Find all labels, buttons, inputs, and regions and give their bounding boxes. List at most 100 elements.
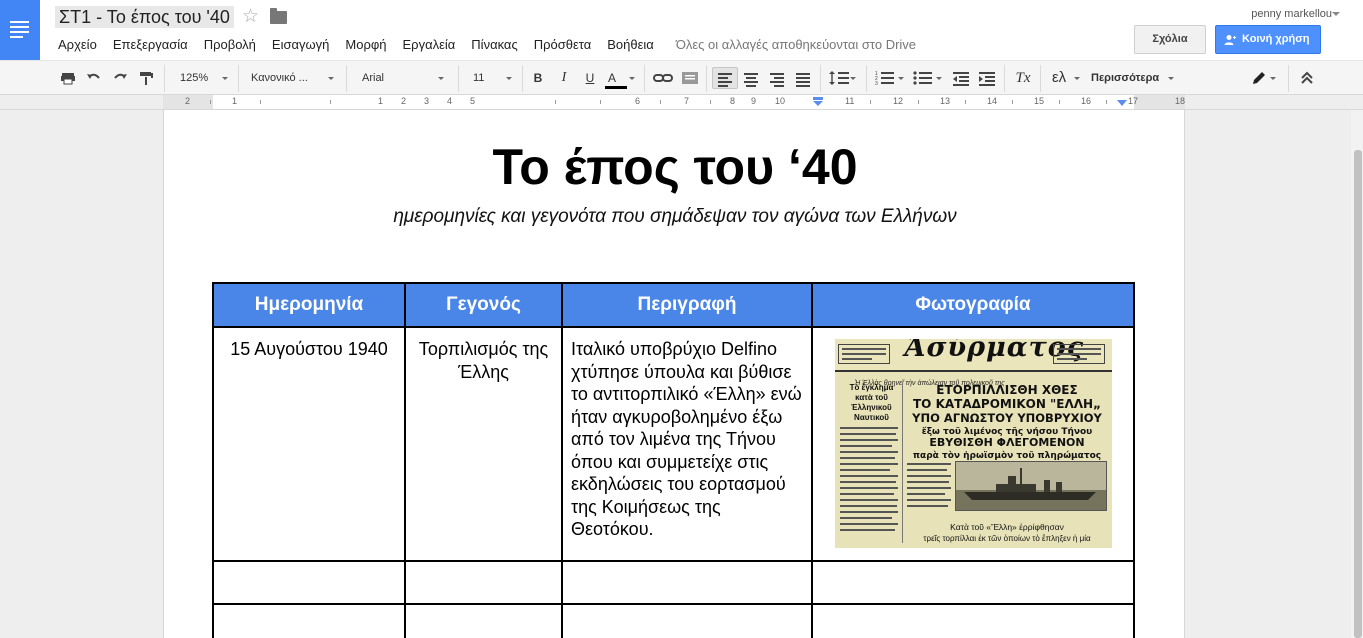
- print-icon[interactable]: [58, 67, 78, 89]
- newspaper-image[interactable]: Ἀσύρματος Ἡ Ἑλλὰς θρηνεῖ τὴν ἀπώλειαν το…: [834, 339, 1112, 548]
- newspaper-text-block: [906, 461, 951, 513]
- font-select[interactable]: Arial: [356, 67, 448, 89]
- menu-edit[interactable]: Επεξεργασία: [113, 37, 188, 52]
- underline-button[interactable]: U: [580, 67, 600, 89]
- menu-file[interactable]: Αρχείο: [58, 37, 97, 52]
- newspaper-masthead: Ἀσύρματος: [834, 339, 1112, 372]
- clear-formatting-button[interactable]: Tx: [1012, 67, 1034, 89]
- paragraph-style-select[interactable]: Κανονικό ...: [246, 67, 338, 89]
- newspaper-caption-2: τρεῖς τορπίλλαι ἐκ τῶν ὁποίων τὸ ἔπληξεν…: [923, 534, 1091, 543]
- ruler-number: 11: [845, 96, 855, 106]
- newspaper-side-column: Τὸ ἔγκλημα κατὰ τοῦ Ἑλληνικοῦ Ναυτικοῦ: [837, 383, 903, 543]
- line-spacing-button[interactable]: [826, 67, 860, 89]
- increase-indent-icon[interactable]: [976, 67, 998, 89]
- newspaper-ear-right: [1052, 344, 1105, 364]
- share-button-label: Κοινή χρήση: [1242, 33, 1310, 45]
- collapse-icon[interactable]: [1298, 67, 1316, 89]
- text-color-swatch: [605, 86, 627, 89]
- share-button[interactable]: Κοινή χρήση: [1215, 25, 1321, 54]
- doc-title[interactable]: ΣΤ1 - Το έπος του '40: [55, 6, 234, 28]
- pencil-icon: [1253, 72, 1265, 84]
- ruler-number: 2: [185, 96, 191, 106]
- events-table[interactable]: Ημερομηνία Γεγονός Περιγραφή Φωτογραφία …: [212, 282, 1135, 638]
- redo-icon[interactable]: [110, 67, 130, 89]
- document-canvas: Το έπος του ‘40 ημερομηνίες και γεγονότα…: [0, 110, 1363, 638]
- cell-empty[interactable]: [811, 603, 1135, 638]
- ruler-number: 13: [940, 96, 951, 106]
- ruler-number: 1: [232, 96, 238, 106]
- more-button[interactable]: Περισσότερα: [1088, 67, 1178, 89]
- menu-tools[interactable]: Εργαλεία: [403, 37, 456, 52]
- table-header-description[interactable]: Περιγραφή: [561, 282, 813, 328]
- zoom-select[interactable]: 125%: [174, 67, 232, 89]
- ruler-number: 1: [378, 96, 384, 106]
- text-color-label: A: [608, 71, 617, 85]
- bulleted-list-button[interactable]: [912, 67, 946, 89]
- cell-empty[interactable]: [404, 603, 563, 638]
- cell-description[interactable]: Ιταλικό υποβρύχιο Delfino χτύπησε ύπουλα…: [561, 326, 813, 562]
- ruler-page: [163, 95, 1185, 109]
- cell-empty[interactable]: [811, 560, 1135, 605]
- menu-addons[interactable]: Πρόσθετα: [534, 37, 592, 52]
- align-right-button[interactable]: [766, 67, 788, 89]
- ruler[interactable]: 2 1 1 2 3 4 5 6 7 8 9 10 11 12 13 14 15 …: [0, 95, 1363, 110]
- menu-table[interactable]: Πίνακας: [471, 37, 517, 52]
- chevron-down-icon[interactable]: [1332, 12, 1340, 16]
- comments-button[interactable]: Σχόλια: [1134, 25, 1206, 54]
- newspaper-side-head: Τὸ ἔγκλημα κατὰ τοῦ Ἑλληνικοῦ Ναυτικοῦ: [849, 383, 894, 422]
- menu-help[interactable]: Βοήθεια: [607, 37, 654, 52]
- comment-icon[interactable]: [680, 67, 700, 89]
- app-header: ΣΤ1 - Το έπος του '40 ☆ Αρχείο Επεξεργασ…: [0, 0, 1363, 60]
- menu-insert[interactable]: Εισαγωγή: [272, 37, 329, 52]
- cell-date[interactable]: 15 Αυγούστου 1940: [212, 326, 406, 562]
- italic-button[interactable]: I: [554, 67, 574, 89]
- decrease-indent-icon[interactable]: [950, 67, 972, 89]
- table-header-date[interactable]: Ημερομηνία: [212, 282, 406, 328]
- ruler-number: 3: [424, 96, 430, 106]
- paint-format-icon[interactable]: [136, 67, 156, 89]
- cell-event[interactable]: Τορπιλισμός της Έλλης: [404, 326, 563, 562]
- menu-format[interactable]: Μορφή: [345, 37, 386, 52]
- numbered-list-button[interactable]: 1 2 3: [874, 67, 908, 89]
- input-tools-label: ελ: [1052, 69, 1067, 86]
- align-center-button[interactable]: [740, 67, 762, 89]
- document-page[interactable]: Το έπος του ‘40 ημερομηνίες και γεγονότα…: [163, 110, 1185, 638]
- user-name[interactable]: penny markellou: [1251, 8, 1332, 20]
- cell-empty[interactable]: [561, 603, 813, 638]
- align-justify-button[interactable]: [792, 67, 814, 89]
- svg-text:3: 3: [875, 81, 878, 86]
- table-header-photo[interactable]: Φωτογραφία: [811, 282, 1135, 328]
- cell-empty[interactable]: [212, 603, 406, 638]
- undo-icon[interactable]: [84, 67, 104, 89]
- cell-empty[interactable]: [404, 560, 563, 605]
- ruler-number: 17: [1128, 96, 1139, 106]
- indent-marker-icon[interactable]: [812, 97, 824, 107]
- page-subtitle[interactable]: ημερομηνίες και γεγονότα που σημάδεψαν τ…: [164, 206, 1186, 228]
- folder-icon[interactable]: [270, 8, 287, 24]
- line-spacing-icon: [829, 71, 849, 85]
- page-title[interactable]: Το έπος του ‘40: [164, 138, 1186, 196]
- font-size-select[interactable]: 11: [466, 67, 516, 89]
- menu-view[interactable]: Προβολή: [204, 37, 256, 52]
- ruler-number: 8: [730, 96, 736, 106]
- ruler-number: 12: [893, 96, 904, 106]
- font-value: Arial: [362, 72, 385, 84]
- scrollbar-thumb[interactable]: [1354, 150, 1362, 638]
- text-color-button[interactable]: A: [604, 67, 636, 89]
- right-indent-marker-icon[interactable]: [1116, 99, 1128, 107]
- input-tools-button[interactable]: ελ: [1048, 67, 1084, 89]
- toolbar: 125% Κανονικό ... Arial 11 B I U A 1 2 3…: [0, 60, 1363, 95]
- cell-empty[interactable]: [561, 560, 813, 605]
- docs-logo-icon[interactable]: [0, 0, 40, 60]
- ruler-number: 15: [1034, 96, 1045, 106]
- bold-button[interactable]: B: [528, 67, 548, 89]
- cell-photo[interactable]: Ἀσύρματος Ἡ Ἑλλὰς θρηνεῖ τὴν ἀπώλειαν το…: [811, 326, 1135, 562]
- align-left-button[interactable]: [712, 67, 738, 89]
- editing-mode-button[interactable]: [1248, 67, 1280, 89]
- star-icon[interactable]: ☆: [242, 6, 259, 28]
- cell-empty[interactable]: [212, 560, 406, 605]
- table-header-event[interactable]: Γεγονός: [404, 282, 563, 328]
- ship-photo: [954, 461, 1107, 511]
- table-header-row: Ημερομηνία Γεγονός Περιγραφή Φωτογραφία: [212, 282, 1135, 328]
- link-icon[interactable]: [652, 67, 674, 89]
